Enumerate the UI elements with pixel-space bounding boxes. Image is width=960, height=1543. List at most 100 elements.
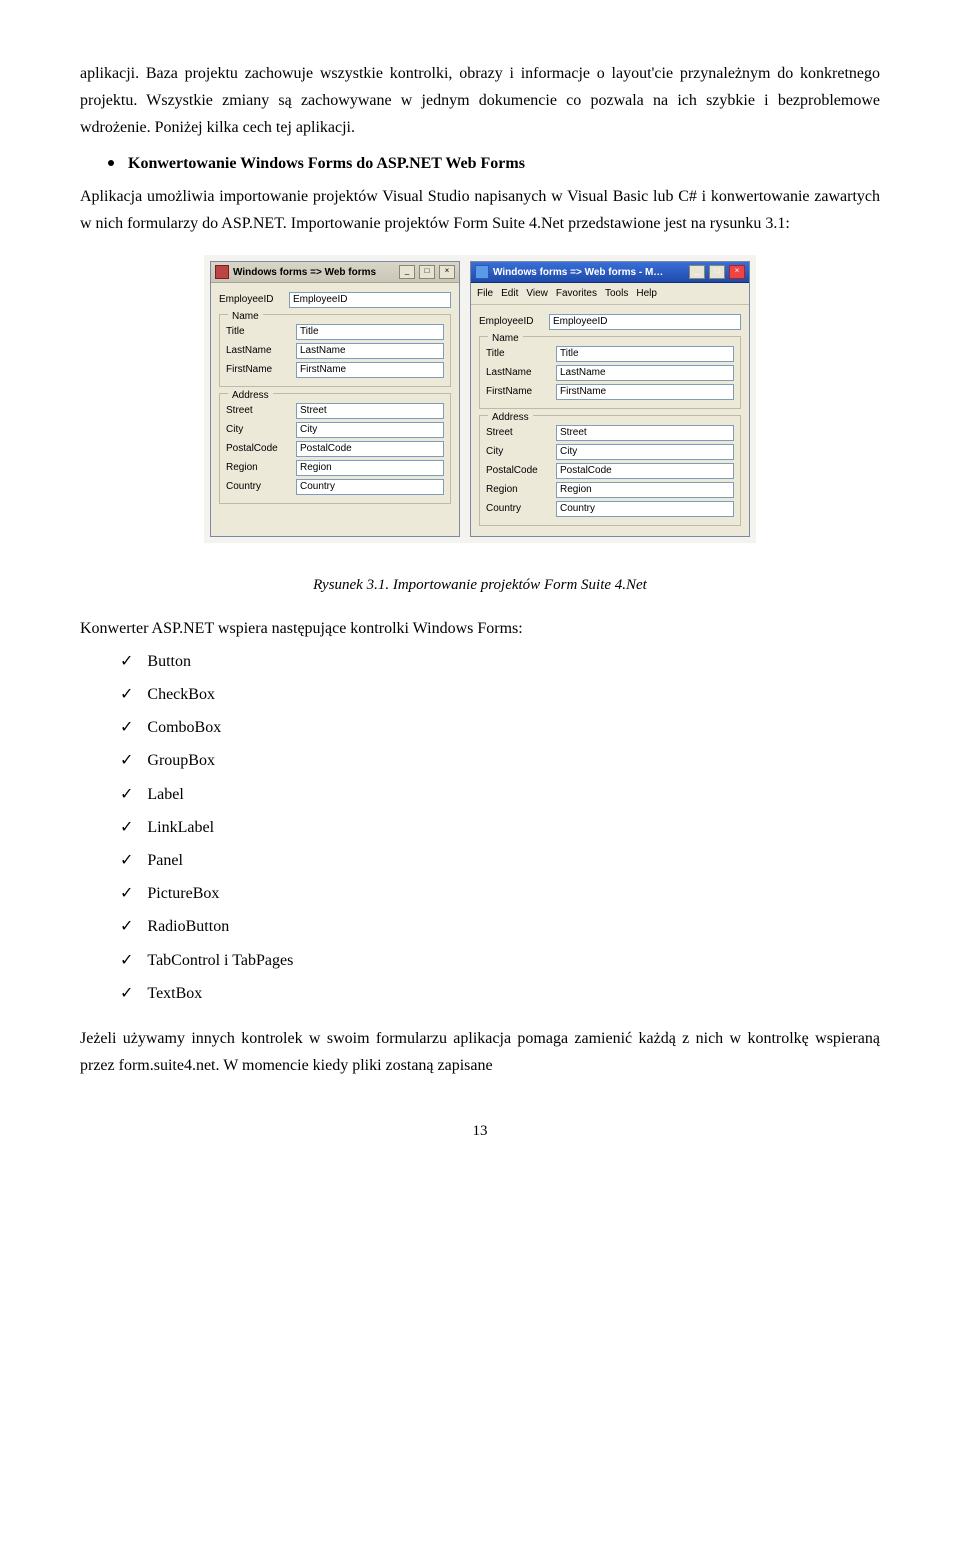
maximize-button[interactable]: □ — [709, 265, 725, 279]
app-icon — [215, 265, 229, 279]
list-item-label: RadioButton — [147, 913, 229, 940]
label-region: Region — [226, 459, 290, 476]
figure-3-1: Windows forms => Web forms _ □ × Employe… — [80, 255, 880, 543]
paragraph-2: Aplikacja umożliwia importowanie projekt… — [80, 183, 880, 237]
webforms-title: Windows forms => Web forms - M… — [493, 264, 685, 281]
input-lastname[interactable]: LastName — [556, 365, 734, 381]
label-firstname: FirstName — [226, 361, 290, 378]
input-lastname[interactable]: LastName — [296, 343, 444, 359]
minimize-button[interactable]: _ — [689, 265, 705, 279]
input-street[interactable]: Street — [556, 425, 734, 441]
list-item: ✓ TabControl i TabPages — [120, 947, 880, 974]
check-icon: ✓ — [120, 880, 133, 907]
list-item: ✓ GroupBox — [120, 747, 880, 774]
list-item: ✓CheckBox — [120, 681, 880, 708]
input-country[interactable]: Country — [556, 501, 734, 517]
group-name: Name TitleTitle LastNameLastName FirstNa… — [479, 336, 741, 409]
menu-help[interactable]: Help — [636, 285, 657, 302]
input-country[interactable]: Country — [296, 479, 444, 495]
label-lastname: LastName — [226, 342, 290, 359]
supported-controls-list: ✓Button ✓CheckBox ✓ComboBox ✓GroupBox ✓L… — [120, 648, 880, 1007]
list-item: ✓ TextBox — [120, 980, 880, 1007]
list-item: ✓ RadioButton — [120, 913, 880, 940]
group-address-title: Address — [488, 409, 533, 426]
group-name-title: Name — [488, 330, 523, 347]
menu-view[interactable]: View — [526, 285, 548, 302]
list-item-label: TabControl i TabPages — [147, 947, 293, 974]
input-city[interactable]: City — [556, 444, 734, 460]
menu-file[interactable]: File — [477, 285, 493, 302]
list-item-label: TextBox — [147, 980, 202, 1007]
label-region: Region — [486, 481, 550, 498]
input-postalcode[interactable]: PostalCode — [296, 441, 444, 457]
browser-menubar: File Edit View Favorites Tools Help — [471, 283, 749, 305]
label-country: Country — [226, 478, 290, 495]
paragraph-4: Jeżeli używamy innych kontrolek w swoim … — [80, 1025, 880, 1079]
figure-caption: Rysunek 3.1. Importowanie projektów Form… — [80, 573, 880, 599]
check-icon: ✓ — [120, 648, 133, 675]
check-icon: ✓ — [120, 747, 133, 774]
input-region[interactable]: Region — [296, 460, 444, 476]
label-lastname: LastName — [486, 364, 550, 381]
check-icon: ✓ — [120, 814, 133, 841]
group-address: Address StreetStreet CityCity PostalCode… — [479, 415, 741, 526]
list-item-label: Button — [147, 648, 191, 675]
group-address: Address StreetStreet CityCity PostalCode… — [219, 393, 451, 504]
group-name-title: Name — [228, 308, 263, 325]
label-title: Title — [486, 345, 550, 362]
label-title: Title — [226, 323, 290, 340]
label-employeeid: EmployeeID — [479, 313, 543, 330]
form-row-employeeid: EmployeeID EmployeeID — [219, 291, 451, 308]
input-city[interactable]: City — [296, 422, 444, 438]
list-item: ✓ Button — [120, 648, 880, 675]
check-icon: ✓ — [120, 947, 133, 974]
label-city: City — [486, 443, 550, 460]
check-icon: ✓ — [120, 913, 133, 940]
menu-edit[interactable]: Edit — [501, 285, 518, 302]
input-firstname[interactable]: FirstName — [556, 384, 734, 400]
input-region[interactable]: Region — [556, 482, 734, 498]
minimize-button[interactable]: _ — [399, 265, 415, 279]
list-item-label: Label — [147, 781, 183, 808]
list-item: ✓ PictureBox — [120, 880, 880, 907]
label-street: Street — [226, 402, 290, 419]
winforms-title: Windows forms => Web forms — [233, 264, 395, 281]
check-icon: ✓ — [120, 847, 133, 874]
bullet-dot-icon — [108, 160, 114, 166]
label-country: Country — [486, 500, 550, 517]
page-number: 13 — [80, 1119, 880, 1145]
input-employeeid[interactable]: EmployeeID — [549, 314, 741, 330]
check-icon: ✓ — [120, 980, 133, 1007]
label-postalcode: PostalCode — [226, 440, 290, 457]
input-employeeid[interactable]: EmployeeID — [289, 292, 451, 308]
label-street: Street — [486, 424, 550, 441]
input-title[interactable]: Title — [296, 324, 444, 340]
label-city: City — [226, 421, 290, 438]
list-item: ✓ LinkLabel — [120, 814, 880, 841]
list-item-label: PictureBox — [147, 880, 219, 907]
list-item-label: LinkLabel — [147, 814, 214, 841]
list-item: ✓ComboBox — [120, 714, 880, 741]
label-firstname: FirstName — [486, 383, 550, 400]
input-postalcode[interactable]: PostalCode — [556, 463, 734, 479]
list-item-label: CheckBox — [147, 681, 215, 708]
bullet-feature: Konwertowanie Windows Forms do ASP.NET W… — [108, 150, 880, 177]
paragraph-1: aplikacji. Baza projektu zachowuje wszys… — [80, 60, 880, 142]
maximize-button[interactable]: □ — [419, 265, 435, 279]
check-icon: ✓ — [120, 781, 133, 808]
webforms-titlebar: Windows forms => Web forms - M… _ □ × — [471, 262, 749, 283]
list-item-label: GroupBox — [147, 747, 215, 774]
list-item: ✓Panel — [120, 847, 880, 874]
close-button[interactable]: × — [439, 265, 455, 279]
winforms-window: Windows forms => Web forms _ □ × Employe… — [210, 261, 460, 537]
close-button[interactable]: × — [729, 265, 745, 279]
label-postalcode: PostalCode — [486, 462, 550, 479]
input-title[interactable]: Title — [556, 346, 734, 362]
menu-tools[interactable]: Tools — [605, 285, 628, 302]
input-street[interactable]: Street — [296, 403, 444, 419]
list-item-label: ComboBox — [147, 714, 221, 741]
input-firstname[interactable]: FirstName — [296, 362, 444, 378]
form-row-employeeid: EmployeeID EmployeeID — [479, 313, 741, 330]
group-address-title: Address — [228, 387, 273, 404]
menu-favorites[interactable]: Favorites — [556, 285, 597, 302]
